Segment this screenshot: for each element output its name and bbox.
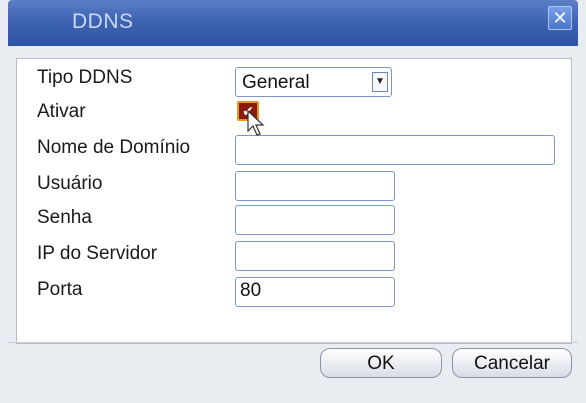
settings-panel: Tipo DDNS General ▼ Ativar ✔ Nome de Dom…	[16, 58, 572, 344]
porta-field[interactable]: 80	[235, 277, 395, 307]
senha-label: Senha	[37, 207, 92, 228]
ok-button[interactable]: OK	[320, 348, 442, 378]
dialog-title: DDNS	[72, 10, 134, 33]
senha-field[interactable]	[235, 205, 395, 235]
tipo-ddns-select[interactable]: General ▼	[235, 67, 392, 97]
ativar-label: Ativar	[37, 101, 86, 122]
ip-servidor-label: IP do Servidor	[37, 243, 158, 264]
dropdown-arrow-icon[interactable]: ▼	[372, 72, 388, 92]
footer-divider	[8, 342, 578, 343]
title-bar[interactable]: DDNS ✕	[8, 0, 578, 46]
nome-dominio-field[interactable]	[235, 135, 555, 165]
close-button[interactable]: ✕	[548, 6, 572, 30]
tipo-ddns-label: Tipo DDNS	[37, 67, 133, 88]
porta-label: Porta	[37, 279, 83, 300]
mouse-cursor-icon	[247, 110, 265, 136]
tipo-ddns-value: General	[242, 72, 310, 93]
ip-servidor-field[interactable]	[235, 241, 395, 271]
usuario-label: Usuário	[37, 173, 103, 194]
cancel-button[interactable]: Cancelar	[452, 348, 572, 378]
usuario-field[interactable]	[235, 171, 395, 201]
nome-dominio-label: Nome de Domínio	[37, 137, 191, 158]
ddns-dialog: DDNS ✕ Tipo DDNS General ▼ Ativar ✔ Nome…	[0, 0, 586, 403]
